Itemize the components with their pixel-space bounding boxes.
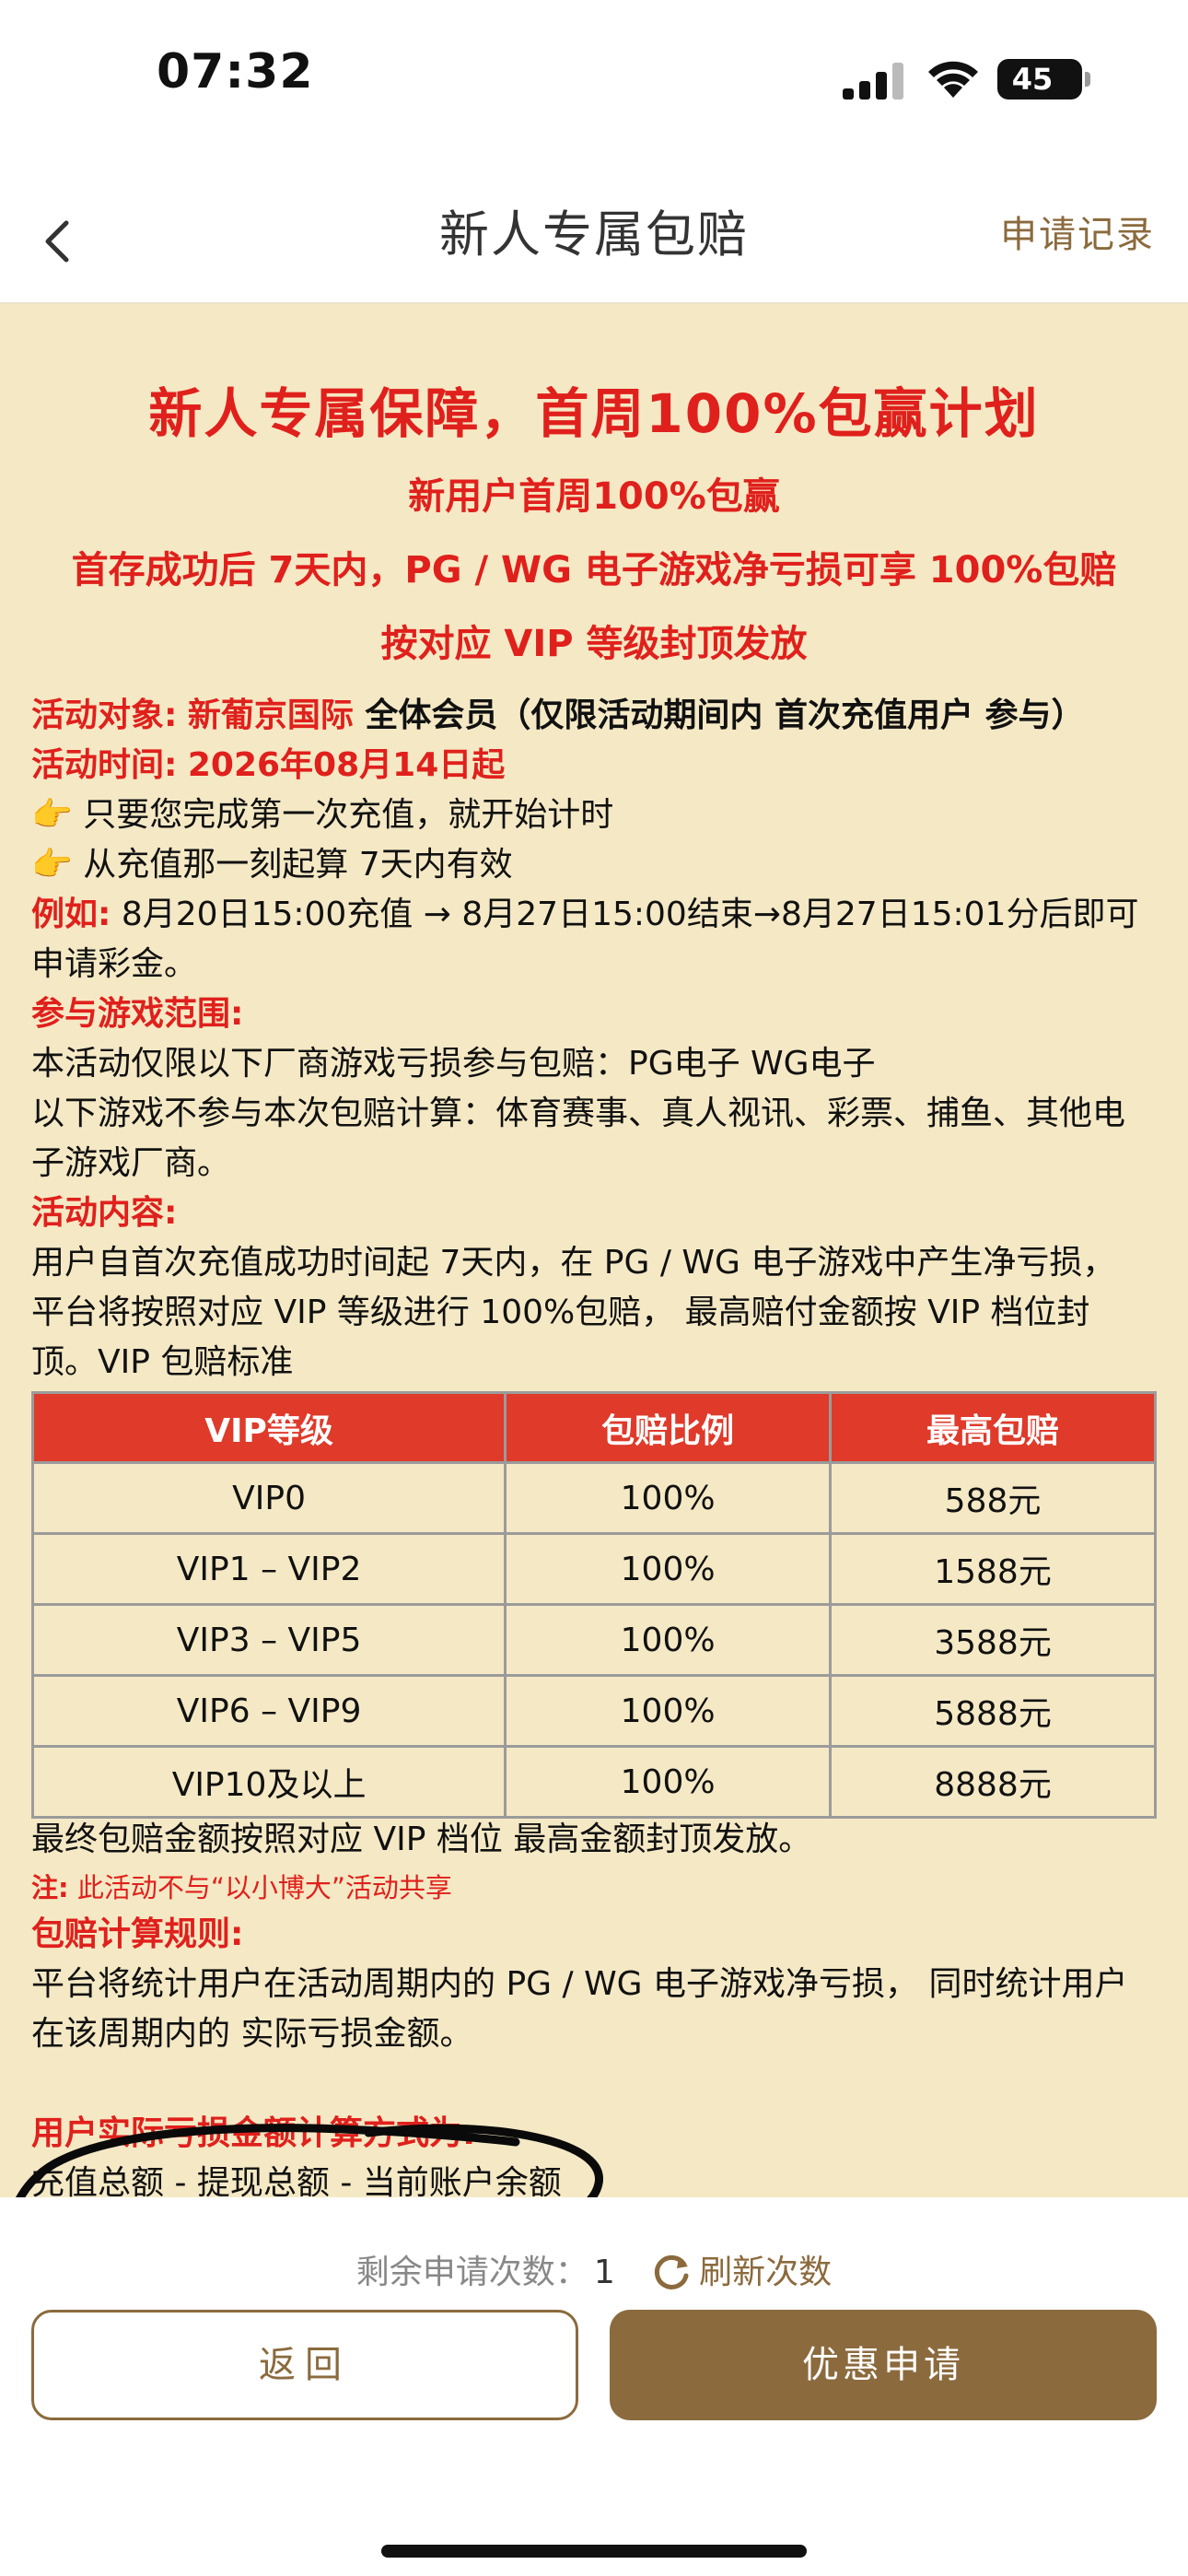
scope-text-3: 子游戏厂商。 <box>31 1144 231 1182</box>
pointing-hand-icon: 👉 <box>31 796 73 834</box>
table-cell: VIP6 – VIP9 <box>30 1674 507 1748</box>
table-row: VIP10及以上 100% 8888元 <box>30 1745 1157 1819</box>
after-table-block: 最终包赔金额按照对应 VIP 档位 最高金额封顶发放。 注: 此活动不与“以小博… <box>31 1815 1159 2197</box>
table-cell: 100% <box>504 1532 833 1606</box>
hero-line-1: 新用户首周100%包赢 <box>408 475 780 518</box>
table-row: VIP0 100% 588元 <box>30 1461 1157 1535</box>
apply-button[interactable]: 优惠申请 <box>610 2310 1157 2420</box>
bottom-action-bar: 剩余申请次数： 1 刷新次数 返回 优惠申请 <box>0 2197 1188 2576</box>
refresh-label[interactable]: 刷新次数 <box>699 2254 832 2291</box>
rule-text-2: 在该周期内的 实际亏损金额。 <box>31 2015 473 2053</box>
table-header-row: VIP等级 包赔比例 最高包赔 <box>30 1391 1157 1464</box>
refresh-button[interactable]: 刷新次数 <box>651 2254 832 2291</box>
table-header: VIP等级 <box>30 1391 507 1464</box>
table-cell: VIP1 – VIP2 <box>30 1532 507 1606</box>
home-indicator <box>381 2545 807 2558</box>
table-header: 包赔比例 <box>504 1391 833 1464</box>
remain-count: 1 <box>593 2254 615 2291</box>
apply-records-link[interactable]: 申请记录 <box>1000 175 1155 304</box>
target-line: 活动对象: 新葡京国际 全体会员（仅限活动期间内 首次充值用户 参与） <box>31 697 1085 734</box>
tip-line-2: 👉 从充值那一刻起算 7天内有效 <box>31 846 513 884</box>
remain-count-line: 剩余申请次数： 1 刷新次数 <box>0 2245 1188 2293</box>
info-block: 活动对象: 新葡京国际 全体会员（仅限活动期间内 首次充值用户 参与） 活动时间… <box>31 691 1159 1388</box>
table-cell: VIP10及以上 <box>30 1745 507 1819</box>
table-cell: 5888元 <box>829 1674 1157 1748</box>
calc-text: 充值总额 - 提现总额 - 当前账户余额 <box>31 2164 562 2197</box>
table-row: VIP6 – VIP9 100% 5888元 <box>30 1674 1157 1748</box>
example-line-2: 申请彩金。 <box>31 945 198 983</box>
battery-cap <box>1085 72 1090 87</box>
back-button[interactable]: 返回 <box>31 2310 578 2420</box>
back-arrow-icon[interactable] <box>28 203 92 276</box>
scope-text-1: 本活动仅限以下厂商游戏亏损参与包赔：PG电子 WG电子 <box>31 1045 876 1083</box>
content-label: 活动内容: <box>31 1194 178 1232</box>
table-cell: 100% <box>504 1461 833 1535</box>
table-cell: VIP0 <box>30 1461 507 1535</box>
note-line: 注: 此活动不与“以小博大”活动共享 <box>31 1872 452 1903</box>
hero-line-3: 按对应 VIP 等级封顶发放 <box>380 623 808 665</box>
hero-line-2: 首存成功后 7天内，PG / WG 电子游戏净亏损可享 100%包赔 <box>71 549 1117 591</box>
calc-label: 用户实际亏损金额计算方式为: <box>31 2114 476 2152</box>
remain-label: 剩余申请次数： <box>355 2254 588 2291</box>
nav-bar: 新人专属包赔 申请记录 <box>0 175 1188 304</box>
status-time: 07:32 <box>157 44 314 100</box>
content-text-1: 用户自首次充值成功时间起 7天内，在 PG / WG 电子游戏中产生净亏损， <box>31 1244 1116 1282</box>
battery-icon: 45 <box>997 59 1082 100</box>
refresh-icon[interactable] <box>651 2252 692 2292</box>
table-cell: 100% <box>504 1745 833 1819</box>
table-cell: 100% <box>504 1603 833 1677</box>
scope-label: 参与游戏范围: <box>31 995 244 1033</box>
rule-text-1: 平台将统计用户在活动周期内的 PG / WG 电子游戏净亏损， 同时统计用户 <box>31 1965 1128 2003</box>
hero-title: 新人专属保障，首周100%包赢计划 <box>148 382 1040 445</box>
table-cell: 100% <box>504 1674 833 1748</box>
battery-level: 45 <box>1011 62 1054 97</box>
table-cell: 1588元 <box>829 1532 1157 1606</box>
cellular-signal-icon <box>843 63 903 100</box>
time-line: 活动时间: 2026年08月14日起 <box>31 746 506 784</box>
table-row: VIP3 – VIP5 100% 3588元 <box>30 1603 1157 1677</box>
content-text-3: 顶。VIP 包赔标准 <box>31 1343 294 1381</box>
content-text-2: 平台将按照对应 VIP 等级进行 100%包赔， 最高赔付金额按 VIP 档位封 <box>31 1294 1090 1331</box>
table-cell: 3588元 <box>829 1603 1157 1677</box>
example-line: 例如: 8月20日15:00充值 → 8月27日15:00结束→8月27日15:… <box>31 896 1139 933</box>
promo-content[interactable]: 新人专属保障，首周100%包赢计划 新用户首周100%包赢 首存成功后 7天内，… <box>0 304 1188 2197</box>
wifi-icon <box>928 61 978 98</box>
rule-label: 包赔计算规则: <box>31 1915 244 1953</box>
table-row: VIP1 – VIP2 100% 1588元 <box>30 1532 1157 1606</box>
pointing-hand-icon: 👉 <box>31 846 73 884</box>
table-header: 最高包赔 <box>829 1391 1157 1464</box>
tip-line-1: 👉 只要您完成第一次充值，就开始计时 <box>31 796 614 834</box>
final-text: 最终包赔金额按照对应 VIP 档位 最高金额封顶发放。 <box>31 1821 812 1858</box>
table-cell: VIP3 – VIP5 <box>30 1603 507 1677</box>
table-cell: 588元 <box>829 1461 1157 1535</box>
status-bar: 07:32 45 <box>0 0 1188 175</box>
vip-table: VIP等级 包赔比例 最高包赔 VIP0 100% 588元 VIP1 – VIP2… <box>30 1391 1157 1819</box>
scope-text-2: 以下游戏不参与本次包赔计算：体育赛事、真人视讯、彩票、捕鱼、其他电 <box>31 1095 1126 1132</box>
table-cell: 8888元 <box>829 1745 1157 1819</box>
